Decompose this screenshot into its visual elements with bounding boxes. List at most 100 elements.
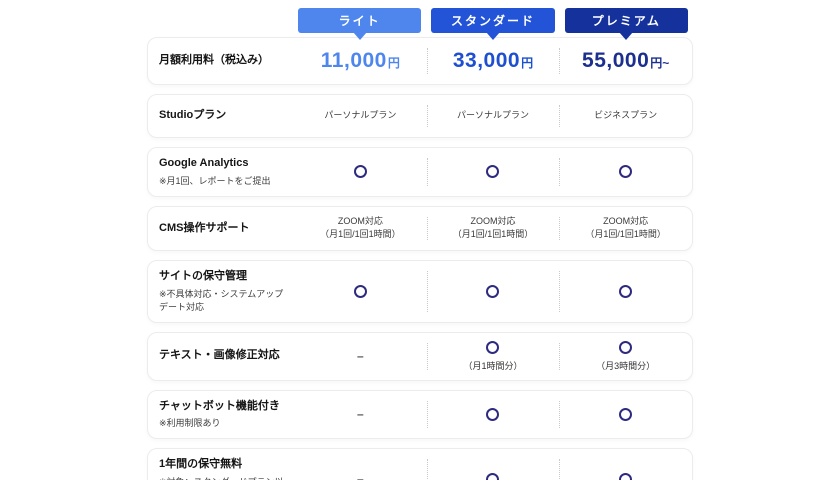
included-circle-icon <box>486 285 499 298</box>
feature-label: CMS操作サポート <box>159 221 288 237</box>
feature-label: 月額利用料（税込み） <box>159 53 288 69</box>
plan-chip-label: スタンダード <box>451 12 535 29</box>
plan-chip-slot: スタンダード <box>426 8 559 33</box>
cell-note: （月1時間分） <box>463 359 522 372</box>
plan-chip-label: プレミアム <box>592 12 661 29</box>
plan-chip-slot: プレミアム <box>560 8 693 33</box>
chip-pointer-icon <box>486 32 500 40</box>
plan-chip-slot: ライト <box>293 8 426 33</box>
feature-label-cell: CMS操作サポート <box>148 221 294 237</box>
not-included-dash: – <box>357 408 364 420</box>
feature-value-cell <box>294 156 427 188</box>
feature-value-cell: ZOOM対応 （月1回/1回1時間） <box>427 215 560 243</box>
price-unit: 円 <box>521 54 533 71</box>
cell-text: ZOOM対応 （月1回/1回1時間） <box>453 215 534 243</box>
feature-note: ※不具体対応・システムアップデート対応 <box>159 288 288 313</box>
chip-pointer-icon <box>353 32 367 40</box>
plan-chip-label: ライト <box>339 12 381 29</box>
feature-row: 1年間の保守無料 ※対象：スタンダードプラン以上 – <box>147 448 693 480</box>
price-cell-light: 11,000 円 <box>294 46 427 76</box>
feature-row: CMS操作サポート ZOOM対応 （月1回/1回1時間） ZOOM対応 （月1回/1… <box>147 206 693 252</box>
feature-label: チャットボット機能付き <box>159 399 288 415</box>
feature-value-cell <box>559 269 692 313</box>
included-circle-icon <box>619 473 632 480</box>
feature-label-cell: Google Analytics ※月1回、レポートをご提出 <box>148 156 294 188</box>
feature-value-cell <box>427 269 560 313</box>
feature-value-cell: パーソナルプラン <box>294 103 427 129</box>
feature-value-cell <box>427 399 560 431</box>
feature-label: サイトの保守管理 <box>159 269 288 285</box>
feature-label-cell: 月額利用料（税込み） <box>148 53 294 69</box>
price-unit: 円 <box>388 54 400 71</box>
not-included-dash: – <box>357 350 364 362</box>
included-circle-icon <box>619 165 632 178</box>
included-circle-icon <box>619 285 632 298</box>
feature-value-cell <box>559 399 692 431</box>
included-circle-icon <box>354 165 367 178</box>
feature-value-cell <box>427 156 560 188</box>
included-circle-icon <box>486 165 499 178</box>
label-column-spacer <box>147 8 293 33</box>
price-number: 55,000 <box>582 49 649 73</box>
included-circle-icon <box>354 285 367 298</box>
cell-text: パーソナルプラン <box>324 109 396 123</box>
price-value: 11,000 円 <box>321 49 400 73</box>
feature-value-cell: – <box>294 341 427 372</box>
plan-chip-standard: スタンダード <box>431 8 554 33</box>
feature-value-cell: パーソナルプラン <box>427 103 560 129</box>
feature-value-cell <box>559 457 692 480</box>
feature-row: サイトの保守管理 ※不具体対応・システムアップデート対応 <box>147 260 693 322</box>
price-value: 55,000 円~ <box>582 49 669 73</box>
feature-value-cell: – <box>294 457 427 480</box>
feature-value-cell <box>427 457 560 480</box>
cell-text: ZOOM対応 （月1回/1回1時間） <box>320 215 401 243</box>
feature-label-cell: テキスト・画像修正対応 <box>148 348 294 364</box>
plan-chip-premium: プレミアム <box>565 8 688 33</box>
included-circle-icon <box>619 341 632 354</box>
feature-value-cell <box>559 156 692 188</box>
feature-value-cell: ビジネスプラン <box>559 103 692 129</box>
included-circle-icon <box>486 341 499 354</box>
plan-header-row: ライト スタンダード プレミアム <box>147 8 693 33</box>
feature-label-cell: サイトの保守管理 ※不具体対応・システムアップデート対応 <box>148 269 294 313</box>
feature-note: ※利用制限あり <box>159 417 288 430</box>
price-unit: 円~ <box>650 54 669 71</box>
cell-note: （月3時間分） <box>596 359 655 372</box>
feature-row: テキスト・画像修正対応 – （月1時間分） （月3時間分） <box>147 332 693 381</box>
table-rows: 月額利用料（税込み） 11,000 円 33,000 円 55,000 円~ <box>147 37 693 480</box>
not-included-dash: – <box>357 473 364 480</box>
price-value: 33,000 円 <box>453 49 533 73</box>
feature-note: ※対象：スタンダードプラン以上 <box>159 476 288 480</box>
included-circle-icon <box>486 408 499 421</box>
included-circle-icon <box>486 473 499 480</box>
cell-text: パーソナルプラン <box>457 109 529 123</box>
feature-value-cell: （月1時間分） <box>427 341 560 372</box>
plan-chip-light: ライト <box>298 8 421 33</box>
price-number: 11,000 <box>321 49 387 73</box>
feature-label: テキスト・画像修正対応 <box>159 348 288 364</box>
feature-row: Google Analytics ※月1回、レポートをご提出 <box>147 147 693 197</box>
included-circle-icon <box>619 408 632 421</box>
feature-label-cell: 1年間の保守無料 ※対象：スタンダードプラン以上 <box>148 457 294 480</box>
feature-value-cell: ZOOM対応 （月1回/1回1時間） <box>559 215 692 243</box>
feature-value-cell <box>294 269 427 313</box>
price-cell-standard: 33,000 円 <box>427 46 560 76</box>
feature-note: ※月1回、レポートをご提出 <box>159 175 288 188</box>
feature-row: Studioプラン パーソナルプラン パーソナルプラン ビジネスプラン <box>147 94 693 138</box>
feature-label: Studioプラン <box>159 108 288 124</box>
feature-value-cell: ZOOM対応 （月1回/1回1時間） <box>294 215 427 243</box>
chip-pointer-icon <box>619 32 633 40</box>
price-cell-premium: 55,000 円~ <box>559 46 692 76</box>
feature-label: 1年間の保守無料 <box>159 457 288 473</box>
cell-text: ZOOM対応 （月1回/1回1時間） <box>585 215 666 243</box>
price-number: 33,000 <box>453 49 520 73</box>
feature-row: チャットボット機能付き ※利用制限あり – <box>147 390 693 440</box>
cell-text: ビジネスプラン <box>594 109 657 123</box>
feature-label-cell: チャットボット機能付き ※利用制限あり <box>148 399 294 431</box>
feature-value-cell: （月3時間分） <box>559 341 692 372</box>
feature-label-cell: Studioプラン <box>148 108 294 124</box>
feature-value-cell: – <box>294 399 427 431</box>
feature-label: Google Analytics <box>159 156 288 172</box>
price-row: 月額利用料（税込み） 11,000 円 33,000 円 55,000 円~ <box>147 37 693 85</box>
pricing-table: ライト スタンダード プレミアム 月額利用料（税込み） 11,000 <box>147 0 693 480</box>
